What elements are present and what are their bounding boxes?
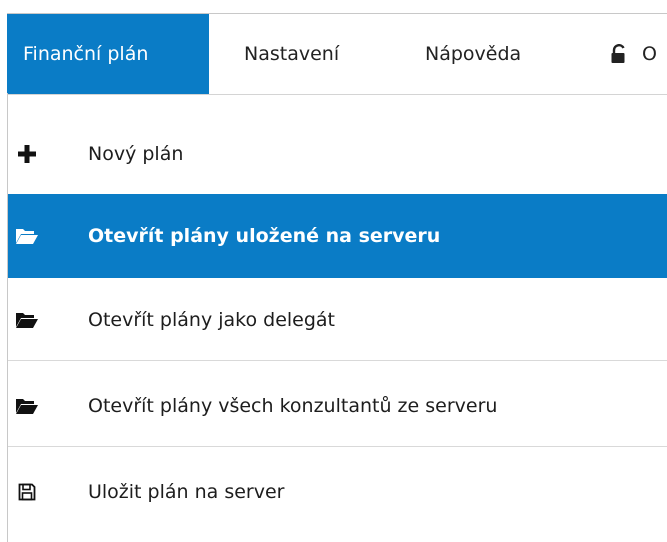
tab-nastaveni[interactable]: Nastavení [244, 14, 339, 94]
menu-item-label: Uložit plán na server [88, 481, 285, 503]
tab-odhlasit[interactable]: O [610, 14, 657, 94]
menu-item-label: Otevřít plány uložené na serveru [88, 225, 441, 247]
tab-label: Nápověda [425, 43, 522, 65]
folder-open-icon [15, 308, 39, 332]
menu-item-otevrit-server[interactable]: Otevřít plány uložené na serveru [8, 194, 667, 278]
menu-divider [8, 446, 667, 447]
menu-item-ulozit[interactable]: Uložit plán na server [8, 450, 667, 534]
menu-divider [8, 360, 667, 361]
menu-item-label: Nový plán [88, 143, 184, 165]
folder-open-icon [15, 394, 39, 418]
menu-item-label: Otevřít plány jako delegát [88, 309, 336, 331]
menu-item-label: Otevřít plány všech konzultantů ze serve… [88, 395, 498, 417]
folder-open-icon [15, 224, 39, 248]
lock-icon [611, 44, 625, 63]
save-icon [15, 480, 39, 504]
tab-label: Nastavení [244, 43, 340, 65]
tab-label: Finanční plán [23, 43, 149, 65]
tab-financni-plan[interactable]: Finanční plán [7, 14, 209, 94]
menu-item-otevrit-vsech[interactable]: Otevřít plány všech konzultantů ze serve… [8, 364, 667, 448]
menu-bar: Finanční plán Nastavení Nápověda O [7, 13, 667, 95]
menu-item-otevrit-delegat[interactable]: Otevřít plány jako delegát [8, 278, 667, 362]
plus-icon [15, 142, 39, 166]
tab-label: O [642, 43, 657, 65]
menu-item-novy-plan[interactable]: Nový plán [8, 112, 667, 196]
tab-napoveda[interactable]: Nápověda [425, 14, 521, 94]
